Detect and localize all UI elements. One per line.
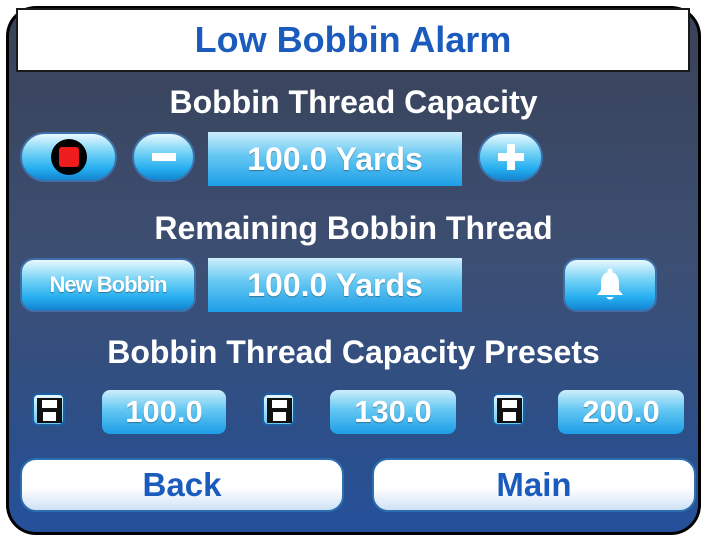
main-button[interactable]: Main [372,458,696,512]
floppy-disk-icon [267,398,292,423]
page-title: Low Bobbin Alarm [16,8,690,72]
minus-icon [151,153,176,161]
preset-1-value[interactable]: 100.0 [102,390,226,434]
preset-2-text: 130.0 [354,394,432,429]
remaining-value-text: 100.0 Yards [247,266,423,303]
save-preset-2-button[interactable] [262,393,295,426]
capacity-value[interactable]: 100.0 Yards [208,132,462,186]
stop-record-icon [50,139,87,175]
floppy-disk-icon [497,398,522,423]
remaining-heading: Remaining Bobbin Thread [154,210,553,246]
back-button[interactable]: Back [20,458,344,512]
preset-3-value[interactable]: 200.0 [558,390,684,434]
save-preset-3-button[interactable] [492,393,525,426]
back-label: Back [142,466,222,503]
record-button[interactable] [20,132,117,182]
capacity-value-text: 100.0 Yards [247,140,423,177]
bell-icon [597,268,623,300]
alarm-button[interactable] [563,258,657,312]
page-title-text: Low Bobbin Alarm [194,19,512,60]
new-bobbin-label: New Bobbin [49,272,167,297]
plus-icon [497,144,524,170]
save-preset-1-button[interactable] [32,393,65,426]
floppy-disk-icon [37,398,62,423]
increase-capacity-button[interactable] [478,132,543,182]
preset-1-text: 100.0 [125,394,203,429]
capacity-heading: Bobbin Thread Capacity [169,84,538,120]
decrease-capacity-button[interactable] [132,132,195,182]
preset-2-value[interactable]: 130.0 [330,390,456,434]
main-label: Main [496,466,572,503]
presets-heading: Bobbin Thread Capacity Presets [107,334,600,370]
new-bobbin-button[interactable]: New Bobbin [20,258,196,312]
preset-3-text: 200.0 [582,394,660,429]
remaining-value: 100.0 Yards [208,258,462,312]
